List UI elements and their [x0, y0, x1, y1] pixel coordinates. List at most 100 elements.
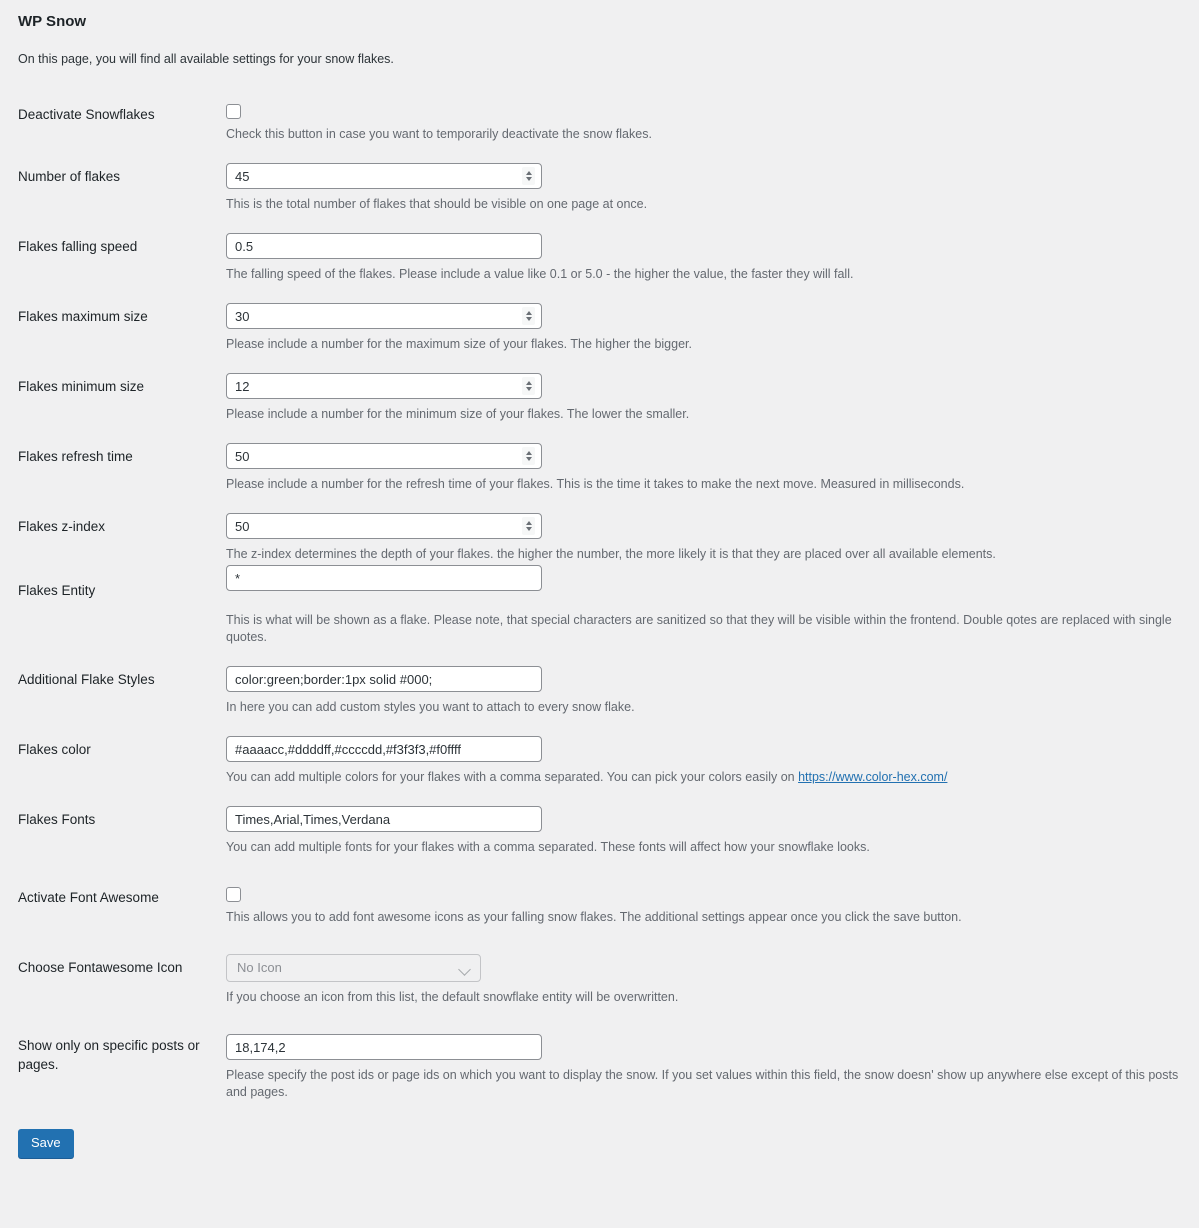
chevron-up-icon[interactable]: [525, 171, 532, 175]
flakes-entity-input[interactable]: [226, 565, 542, 591]
field-control-deactivate-snowflakes: Check this button in case you want to te…: [226, 91, 1199, 153]
flakes-minimum-size-input[interactable]: [226, 373, 542, 399]
field-label-choose-fontawesome-icon: Choose Fontawesome Icon: [18, 960, 183, 975]
flakes-z-index-input[interactable]: [226, 513, 542, 539]
field-row-flakes-minimum-size: Flakes minimum size Please include a num…: [0, 363, 1199, 433]
flakes-color-description: You can add multiple colors for your fla…: [226, 769, 1184, 786]
field-label-deactivate-snowflakes: Deactivate Snowflakes: [18, 107, 155, 122]
number-stepper-icon[interactable]: [522, 447, 535, 465]
flakes-refresh-time-description: Please include a number for the refresh …: [226, 477, 965, 491]
choose-fontawesome-icon-select[interactable]: No Icon: [226, 954, 481, 982]
field-label-flakes-maximum-size: Flakes maximum size: [18, 309, 148, 324]
field-row-flakes-fonts: Flakes Fonts You can add multiple fonts …: [0, 796, 1199, 866]
field-row-activate-font-awesome: Activate Font Awesome This allows you to…: [0, 866, 1199, 936]
color-hex-link[interactable]: https://www.color-hex.com/: [798, 770, 947, 784]
field-control-number-of-flakes: This is the total number of flakes that …: [226, 153, 1199, 223]
field-row-number-of-flakes: Number of flakes This is the total numbe…: [0, 153, 1199, 223]
flakes-color-input[interactable]: [226, 736, 542, 762]
field-label-activate-font-awesome: Activate Font Awesome: [18, 890, 159, 905]
chevron-down-icon[interactable]: [525, 317, 532, 321]
additional-flake-styles-input[interactable]: [226, 666, 542, 692]
activate-font-awesome-checkbox[interactable]: [226, 887, 241, 902]
number-of-flakes-input[interactable]: [226, 163, 542, 189]
field-row-deactivate-snowflakes: Deactivate Snowflakes Check this button …: [0, 91, 1199, 153]
settings-page: WP Snow On this page, you will find all …: [0, 0, 1199, 1178]
chevron-down-icon[interactable]: [525, 527, 532, 531]
field-control-choose-fontawesome-icon: No Icon If you choose an icon from this …: [226, 936, 1199, 1016]
deactivate-snowflakes-checkbox[interactable]: [226, 104, 241, 119]
field-control-show-only-on-specific-posts: Please specify the post ids or page ids …: [226, 1016, 1199, 1111]
chevron-up-icon[interactable]: [525, 521, 532, 525]
field-label-flakes-fonts: Flakes Fonts: [18, 812, 96, 827]
field-control-flakes-maximum-size: Please include a number for the maximum …: [226, 293, 1199, 363]
flakes-falling-speed-input[interactable]: [226, 233, 542, 259]
show-only-on-specific-posts-description: Please specify the post ids or page ids …: [226, 1068, 1179, 1099]
field-control-flakes-entity: This is what will be shown as a flake. P…: [226, 565, 1199, 656]
chevron-up-icon[interactable]: [525, 451, 532, 455]
field-label-flakes-color: Flakes color: [18, 742, 91, 757]
flakes-fonts-description: You can add multiple fonts for your flak…: [226, 840, 870, 854]
number-of-flakes-wrapper: [226, 163, 542, 189]
flakes-maximum-size-description: Please include a number for the maximum …: [226, 337, 692, 351]
additional-flake-styles-description: In here you can add custom styles you wa…: [226, 700, 635, 714]
field-control-flakes-color: You can add multiple colors for your fla…: [226, 726, 1199, 796]
field-control-additional-flake-styles: In here you can add custom styles you wa…: [226, 656, 1199, 726]
chevron-up-icon[interactable]: [525, 311, 532, 315]
chevron-down-icon[interactable]: [525, 177, 532, 181]
flakes-minimum-size-description: Please include a number for the minimum …: [226, 407, 690, 421]
submit-row: Save: [0, 1111, 1199, 1178]
field-row-additional-flake-styles: Additional Flake Styles In here you can …: [0, 656, 1199, 726]
number-stepper-icon[interactable]: [522, 307, 535, 325]
field-row-flakes-refresh-time: Flakes refresh time Please include a num…: [0, 433, 1199, 503]
flakes-entity-wrapper: [226, 565, 542, 599]
field-row-flakes-maximum-size: Flakes maximum size Please include a num…: [0, 293, 1199, 363]
flakes-minimum-size-wrapper: [226, 373, 542, 399]
chevron-up-icon[interactable]: [525, 381, 532, 385]
field-label-show-only-on-specific-posts: Show only on specific posts or pages.: [18, 1038, 200, 1072]
choose-fontawesome-icon-description: If you choose an icon from this list, th…: [226, 990, 679, 1004]
chevron-down-icon[interactable]: [525, 457, 532, 461]
number-stepper-icon[interactable]: [522, 377, 535, 395]
flakes-fonts-input[interactable]: [226, 806, 542, 832]
page-intro: On this page, you will find all availabl…: [18, 52, 394, 66]
flakes-z-index-wrapper: [226, 513, 542, 539]
number-of-flakes-description: This is the total number of flakes that …: [226, 197, 648, 211]
field-row-flakes-color: Flakes color You can add multiple colors…: [0, 726, 1199, 796]
field-control-flakes-fonts: You can add multiple fonts for your flak…: [226, 796, 1199, 866]
field-row-flakes-entity: Flakes Entity This is what will be shown…: [0, 565, 1199, 656]
flakes-entity-description: This is what will be shown as a flake. P…: [226, 613, 1172, 644]
flakes-refresh-time-wrapper: [226, 443, 542, 469]
number-stepper-icon[interactable]: [522, 167, 535, 185]
flakes-maximum-size-wrapper: [226, 303, 542, 329]
settings-form-body: Deactivate Snowflakes Check this button …: [0, 91, 1199, 1111]
flakes-refresh-time-input[interactable]: [226, 443, 542, 469]
field-control-flakes-falling-speed: The falling speed of the flakes. Please …: [226, 223, 1199, 293]
chevron-down-icon: [458, 963, 471, 976]
choose-fontawesome-icon-value: No Icon: [237, 960, 282, 975]
field-label-additional-flake-styles: Additional Flake Styles: [18, 672, 155, 687]
flakes-falling-speed-description: The falling speed of the flakes. Please …: [226, 267, 854, 281]
flakes-z-index-description: The z-index determines the depth of your…: [226, 547, 996, 561]
settings-form-table: Deactivate Snowflakes Check this button …: [0, 91, 1199, 1111]
field-control-activate-font-awesome: This allows you to add font awesome icon…: [226, 866, 1199, 936]
number-stepper-icon[interactable]: [522, 517, 535, 535]
show-only-on-specific-posts-input[interactable]: [226, 1034, 542, 1060]
field-control-flakes-minimum-size: Please include a number for the minimum …: [226, 363, 1199, 433]
field-label-flakes-refresh-time: Flakes refresh time: [18, 449, 133, 464]
field-label-flakes-minimum-size: Flakes minimum size: [18, 379, 145, 394]
field-label-flakes-falling-speed: Flakes falling speed: [18, 239, 138, 254]
chevron-down-icon[interactable]: [525, 387, 532, 391]
field-row-choose-fontawesome-icon: Choose Fontawesome Icon No Icon If you c…: [0, 936, 1199, 1016]
field-row-flakes-falling-speed: Flakes falling speed The falling speed o…: [0, 223, 1199, 293]
activate-font-awesome-description: This allows you to add font awesome icon…: [226, 910, 962, 924]
field-row-flakes-z-index: Flakes z-index The z-index determines th…: [0, 503, 1199, 573]
deactivate-snowflakes-description: Check this button in case you want to te…: [226, 127, 652, 141]
flakes-color-description-text: You can add multiple colors for your fla…: [226, 770, 799, 784]
field-label-flakes-entity: Flakes Entity: [18, 583, 96, 598]
flakes-maximum-size-input[interactable]: [226, 303, 542, 329]
save-button[interactable]: Save: [18, 1129, 74, 1158]
field-control-flakes-refresh-time: Please include a number for the refresh …: [226, 433, 1199, 503]
field-label-flakes-z-index: Flakes z-index: [18, 519, 106, 534]
field-label-number-of-flakes: Number of flakes: [18, 169, 121, 184]
field-control-flakes-z-index: The z-index determines the depth of your…: [226, 503, 1199, 573]
